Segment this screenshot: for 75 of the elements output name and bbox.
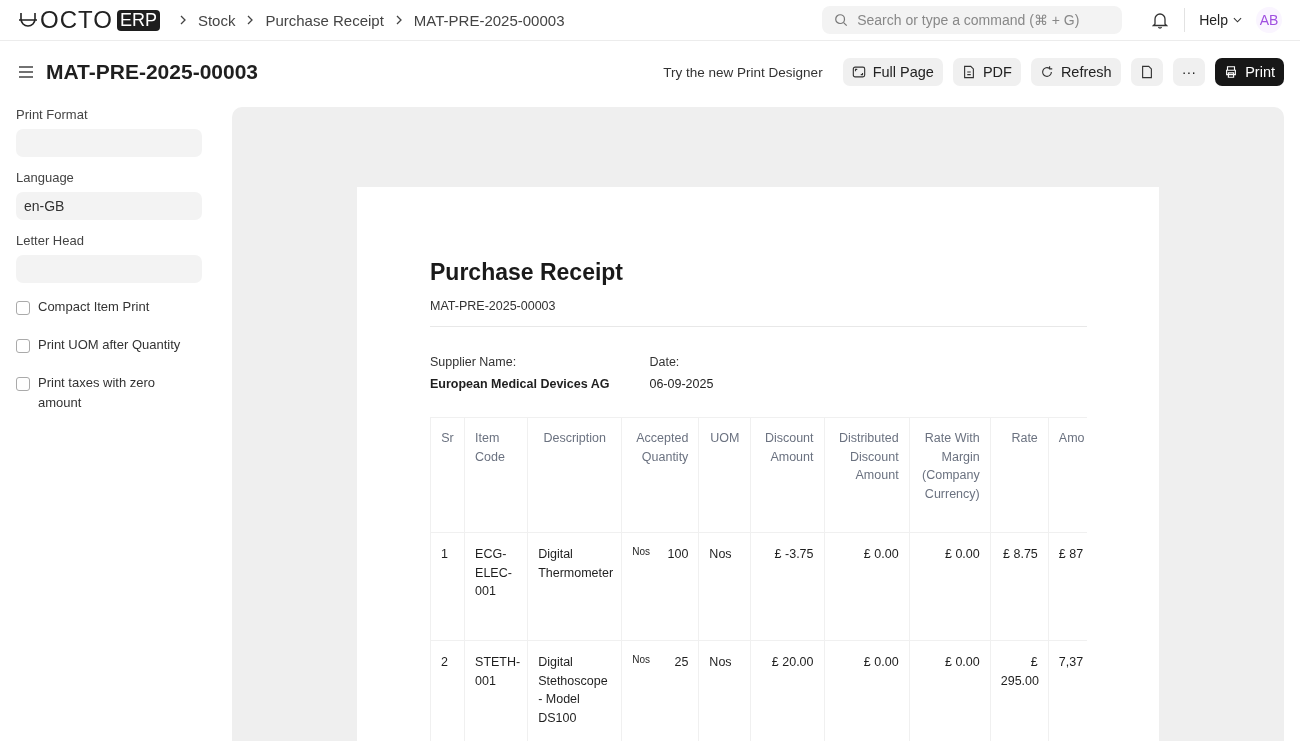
column-header: Amo — [1058, 431, 1085, 445]
table-cell: £ 20.00 — [771, 655, 814, 669]
table-cell: £ 8.75 — [1003, 547, 1038, 561]
supplier-name: European Medical Devices AG — [430, 377, 610, 391]
column-header: Item Code — [475, 431, 505, 464]
date-label: Date: — [649, 355, 681, 369]
logo-badge: ERP — [116, 9, 160, 31]
supplier-label: Supplier Name: — [430, 355, 518, 369]
table-cell-text: 100 — [667, 546, 689, 563]
pdf-button[interactable]: PDF — [952, 58, 1021, 86]
table-cell: £ 295.00 — [1000, 655, 1039, 688]
table-cell: Digital Stethoscope - Model DS100 — [538, 655, 608, 725]
uom-tag: Nos — [632, 545, 651, 559]
print-button[interactable]: Print — [1215, 58, 1284, 86]
table-cell: £ 0.00 — [863, 547, 899, 561]
logo[interactable]: OCTO ERP — [18, 6, 160, 34]
logo-text: OCTO — [40, 6, 113, 34]
document-number: MAT-PRE-2025-00003 — [430, 299, 1087, 327]
checkbox-label: Print taxes with zero amount — [38, 374, 157, 412]
expand-icon — [851, 65, 866, 79]
column-header: Distributed Discount Amount — [838, 431, 899, 482]
menu-icon[interactable] — [18, 65, 34, 79]
input-field[interactable]: en-GB — [16, 192, 202, 220]
checkbox-label: Print UOM after Quantity — [38, 336, 181, 354]
table-cell: Digital Thermometer — [538, 547, 614, 580]
uom-tag: Nos — [632, 653, 651, 667]
refresh-button[interactable]: Refresh — [1030, 58, 1121, 86]
search-field[interactable]: Search or type a command (⌘ + G) — [822, 6, 1123, 34]
page-icon — [1139, 65, 1154, 79]
checkbox[interactable] — [16, 339, 30, 353]
column-header: Accepted Quantity — [636, 431, 689, 464]
table-cell: £ 87 — [1058, 547, 1084, 561]
checkbox[interactable] — [16, 377, 30, 391]
field-label: Language — [16, 170, 75, 185]
table-cell: £ 0.00 — [863, 655, 899, 669]
document-title: Purchase Receipt — [430, 259, 625, 286]
bell-icon[interactable] — [1152, 11, 1169, 29]
printer-icon — [1224, 65, 1239, 79]
breadcrumb-link[interactable]: Stock — [197, 11, 236, 29]
table-cell: £ 0.00 — [944, 547, 980, 561]
field-label: Print Format — [16, 107, 89, 122]
table-cell: 2 — [441, 655, 448, 669]
column-header: Discount Amount — [764, 431, 814, 464]
breadcrumb-link[interactable]: MAT-PRE-2025-00003 — [413, 11, 565, 29]
table-cell: Nos — [709, 655, 732, 669]
checkbox-label: Compact Item Print — [38, 298, 150, 316]
table-cell: £ 0.00 — [944, 655, 980, 669]
table-cell: Nos — [709, 547, 732, 561]
refresh-icon — [1039, 65, 1054, 79]
document-button[interactable] — [1130, 58, 1163, 86]
field-label: Letter Head — [16, 233, 85, 248]
help-menu[interactable]: Help — [1199, 12, 1242, 28]
table-cell: 7,37 — [1058, 655, 1084, 669]
column-header: UOM — [710, 431, 740, 445]
page-title: MAT-PRE-2025-00003 — [46, 60, 259, 84]
date-value: 06-09-2025 — [649, 377, 714, 391]
table-cell-text: 25 — [674, 654, 689, 671]
breadcrumb-link[interactable]: Purchase Receipt — [265, 11, 384, 29]
logo-mark-icon — [18, 11, 38, 29]
column-header: Rate — [1011, 431, 1038, 445]
table-cell: £ -3.75 — [774, 547, 814, 561]
table-cell: 1 — [441, 547, 448, 561]
table-cell: ECG-ELEC-001 — [475, 547, 512, 598]
checkbox[interactable] — [16, 301, 30, 315]
caret-icon — [1233, 17, 1242, 23]
table-cell: STETH-001 — [475, 655, 521, 688]
more-button[interactable]: ··· — [1172, 58, 1206, 86]
column-header: Rate With Margin (Company Currency) — [922, 431, 980, 501]
user-avatar[interactable]: AB — [1256, 7, 1282, 33]
column-header: Description — [543, 431, 606, 445]
search-icon — [834, 13, 849, 27]
column-header: Sr — [441, 431, 454, 445]
fullpage-button[interactable]: Full Page — [842, 58, 943, 86]
print-designer-link[interactable]: Try the new Print Designer — [663, 64, 823, 80]
file-icon — [961, 65, 976, 79]
